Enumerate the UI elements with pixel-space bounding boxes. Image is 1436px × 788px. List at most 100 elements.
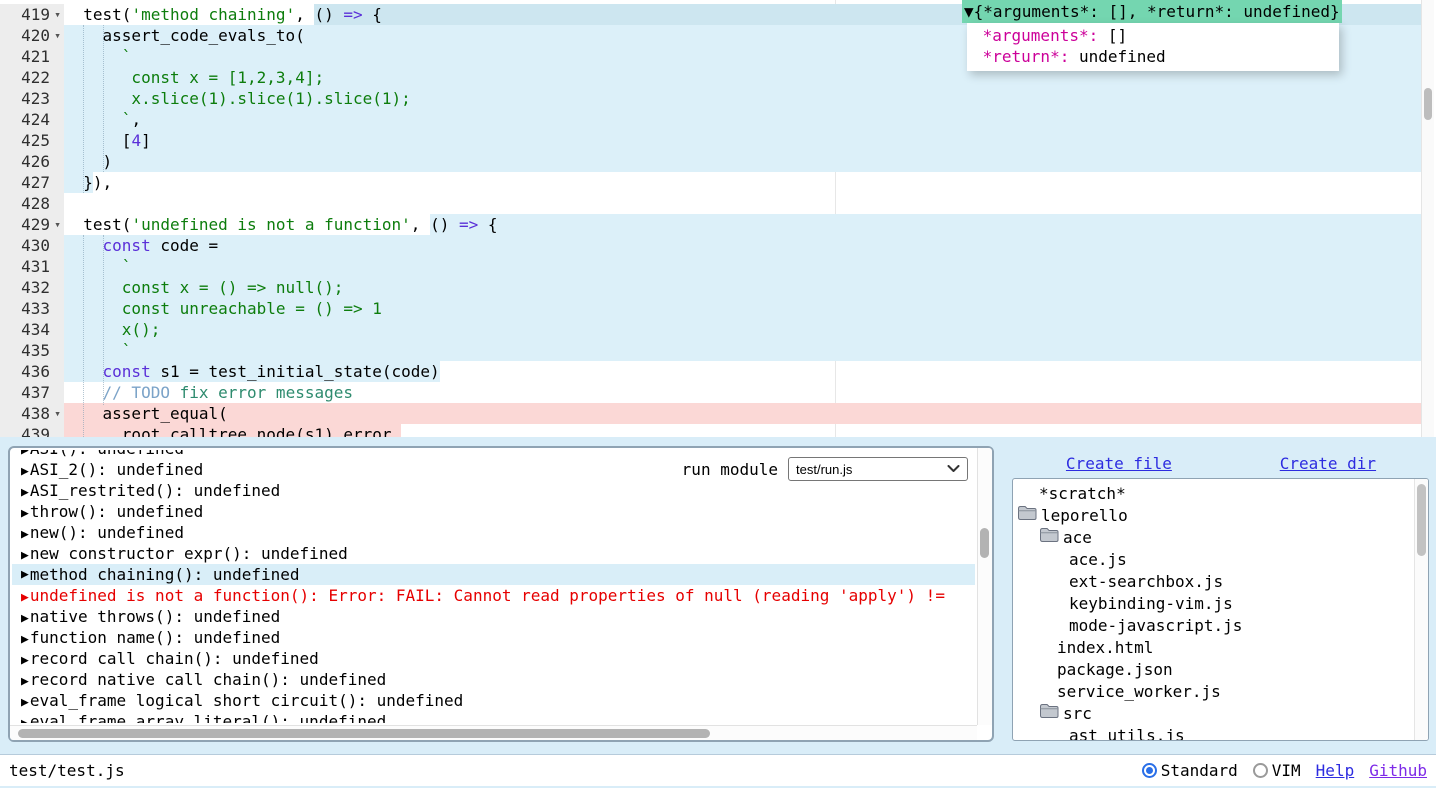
test-result-row[interactable]: ▶new constructor expr(): undefined <box>12 543 975 564</box>
code-line[interactable]: 431 ` <box>0 256 1421 277</box>
file-tree-item[interactable]: ast_utils.js <box>1013 725 1413 741</box>
code-line[interactable]: 424 `, <box>0 109 1421 130</box>
code-line[interactable]: 428 <box>0 193 1421 214</box>
code-editor[interactable]: 419▾ test('method chaining', () => {420▾… <box>0 0 1436 437</box>
expand-arrow-icon[interactable]: ▶ <box>21 590 29 605</box>
code-line[interactable]: 425 [4] <box>0 130 1421 151</box>
expand-arrow-icon[interactable]: ▶ <box>21 564 29 585</box>
line-number-gutter[interactable]: 424 <box>0 109 64 130</box>
file-tree-item[interactable]: mode-javascript.js <box>1013 615 1413 637</box>
expand-arrow-icon[interactable]: ▶ <box>21 611 29 626</box>
line-number-gutter[interactable]: 430 <box>0 235 64 256</box>
file-tree-item[interactable]: *scratch* <box>1013 483 1413 505</box>
line-number-gutter[interactable]: 432 <box>0 277 64 298</box>
line-number-gutter[interactable]: 426 <box>0 151 64 172</box>
line-number-gutter[interactable]: 420▾ <box>0 25 64 46</box>
output-vscrollbar-thumb[interactable] <box>980 528 989 558</box>
line-number-gutter[interactable]: 439 <box>0 424 64 437</box>
standard-radio[interactable] <box>1142 763 1157 778</box>
line-number-gutter[interactable]: 438▾ <box>0 403 64 424</box>
test-result-row[interactable]: ▶ASI_restrited(): undefined <box>12 480 975 501</box>
file-tree-item[interactable]: ace.js <box>1013 549 1413 571</box>
expand-arrow-icon[interactable]: ▶ <box>21 716 29 723</box>
tooltip-entry[interactable]: *arguments*: [] <box>973 25 1339 46</box>
editor-vertical-scrollbar[interactable] <box>1421 0 1434 437</box>
line-number-gutter[interactable]: 425 <box>0 130 64 151</box>
file-tree-item[interactable]: keybinding-vim.js <box>1013 593 1413 615</box>
output-hscrollbar-thumb[interactable] <box>18 729 710 738</box>
line-number-gutter[interactable]: 431 <box>0 256 64 277</box>
line-number-gutter[interactable]: 421 <box>0 46 64 67</box>
test-result-row[interactable]: ▶function name(): undefined <box>12 627 975 648</box>
test-result-row[interactable]: ▶eval_frame array_literal(): undefined <box>12 711 975 723</box>
expand-arrow-icon[interactable]: ▶ <box>21 548 29 563</box>
line-number-gutter[interactable]: 433 <box>0 298 64 319</box>
code-line[interactable]: 436 const s1 = test_initial_state(code) <box>0 361 1421 382</box>
fold-arrow-icon[interactable]: ▾ <box>51 214 64 235</box>
fold-arrow-icon[interactable]: ▾ <box>51 25 64 46</box>
create-dir-link[interactable]: Create dir <box>1280 454 1376 473</box>
test-result-row[interactable]: ▶method chaining(): undefined <box>12 564 975 585</box>
line-number-gutter[interactable]: 437 <box>0 382 64 403</box>
code-line[interactable]: 427 }), <box>0 172 1421 193</box>
code-line[interactable]: 434 x(); <box>0 319 1421 340</box>
test-result-row[interactable]: ▶record native call chain(): undefined <box>12 669 975 690</box>
github-link[interactable]: Github <box>1369 761 1427 780</box>
keybinding-vim-option[interactable]: VIM <box>1253 761 1301 780</box>
inspected-value-summary[interactable]: ▼{*arguments*: [], *return*: undefined} <box>962 0 1342 23</box>
test-result-row[interactable]: ▶native throws(): undefined <box>12 606 975 627</box>
keybinding-standard-option[interactable]: Standard <box>1142 761 1238 780</box>
test-result-row[interactable]: ▶eval_frame logical short circuit(): und… <box>12 690 975 711</box>
file-tree-item[interactable]: index.html <box>1013 637 1413 659</box>
test-result-row[interactable]: ▶record call chain(): undefined <box>12 648 975 669</box>
expand-arrow-icon[interactable]: ▶ <box>21 632 29 647</box>
code-line[interactable]: 423 x.slice(1).slice(1).slice(1); <box>0 88 1421 109</box>
expand-arrow-icon[interactable]: ▶ <box>21 450 29 458</box>
output-vertical-scrollbar[interactable] <box>977 448 992 725</box>
expand-arrow-icon[interactable]: ▶ <box>21 506 29 521</box>
file-tree-item[interactable]: src <box>1013 703 1413 725</box>
file-tree-item[interactable]: package.json <box>1013 659 1413 681</box>
code-line[interactable]: 435 ` <box>0 340 1421 361</box>
line-number-gutter[interactable]: 419▾ <box>0 4 64 25</box>
code-line[interactable]: 433 const unreachable = () => 1 <box>0 298 1421 319</box>
expand-arrow-icon[interactable]: ▶ <box>21 485 29 500</box>
help-link[interactable]: Help <box>1316 761 1355 780</box>
code-line[interactable]: 439 root_calltree_node(s1).error, <box>0 424 1421 437</box>
line-number-gutter[interactable]: 427 <box>0 172 64 193</box>
file-tree-item[interactable]: ace <box>1013 527 1413 549</box>
tooltip-entry[interactable]: *return*: undefined <box>973 46 1339 67</box>
file-tree-item[interactable]: leporello <box>1013 505 1413 527</box>
module-select[interactable]: test/run.js <box>788 457 968 481</box>
code-line[interactable]: 438▾ assert_equal( <box>0 403 1421 424</box>
line-number-gutter[interactable]: 423 <box>0 88 64 109</box>
test-result-row[interactable]: ▶new(): undefined <box>12 522 975 543</box>
expand-arrow-icon[interactable]: ▶ <box>21 695 29 710</box>
fold-arrow-icon[interactable]: ▾ <box>51 403 64 424</box>
line-number-gutter[interactable]: 428 <box>0 193 64 214</box>
code-line[interactable]: 429▾ test('undefined is not a function',… <box>0 214 1421 235</box>
test-result-row[interactable]: ▶throw(): undefined <box>12 501 975 522</box>
create-file-link[interactable]: Create file <box>1066 454 1172 473</box>
code-line[interactable]: 430 const code = <box>0 235 1421 256</box>
fold-arrow-icon[interactable]: ▾ <box>51 4 64 25</box>
expand-arrow-icon[interactable]: ▶ <box>21 653 29 668</box>
line-number-gutter[interactable]: 422 <box>0 67 64 88</box>
file-tree-item[interactable]: ext-searchbox.js <box>1013 571 1413 593</box>
line-number-gutter[interactable]: 434 <box>0 319 64 340</box>
test-result-row[interactable]: ▶undefined is not a function(): Error: F… <box>12 585 975 606</box>
editor-scrollbar-thumb[interactable] <box>1424 88 1432 120</box>
code-line[interactable]: 432 const x = () => null(); <box>0 277 1421 298</box>
vim-radio[interactable] <box>1253 763 1268 778</box>
files-vertical-scrollbar[interactable] <box>1414 479 1428 740</box>
expand-arrow-icon[interactable]: ▶ <box>21 674 29 689</box>
output-horizontal-scrollbar[interactable] <box>10 725 977 740</box>
file-tree-item[interactable]: service_worker.js <box>1013 681 1413 703</box>
expand-arrow-icon[interactable]: ▶ <box>21 527 29 542</box>
expand-arrow-icon[interactable]: ▶ <box>21 464 29 479</box>
line-number-gutter[interactable]: 429▾ <box>0 214 64 235</box>
line-number-gutter[interactable]: 435 <box>0 340 64 361</box>
code-line[interactable]: 437 // TODO fix error messages <box>0 382 1421 403</box>
code-line[interactable]: 426 ) <box>0 151 1421 172</box>
files-vscrollbar-thumb[interactable] <box>1417 484 1426 556</box>
